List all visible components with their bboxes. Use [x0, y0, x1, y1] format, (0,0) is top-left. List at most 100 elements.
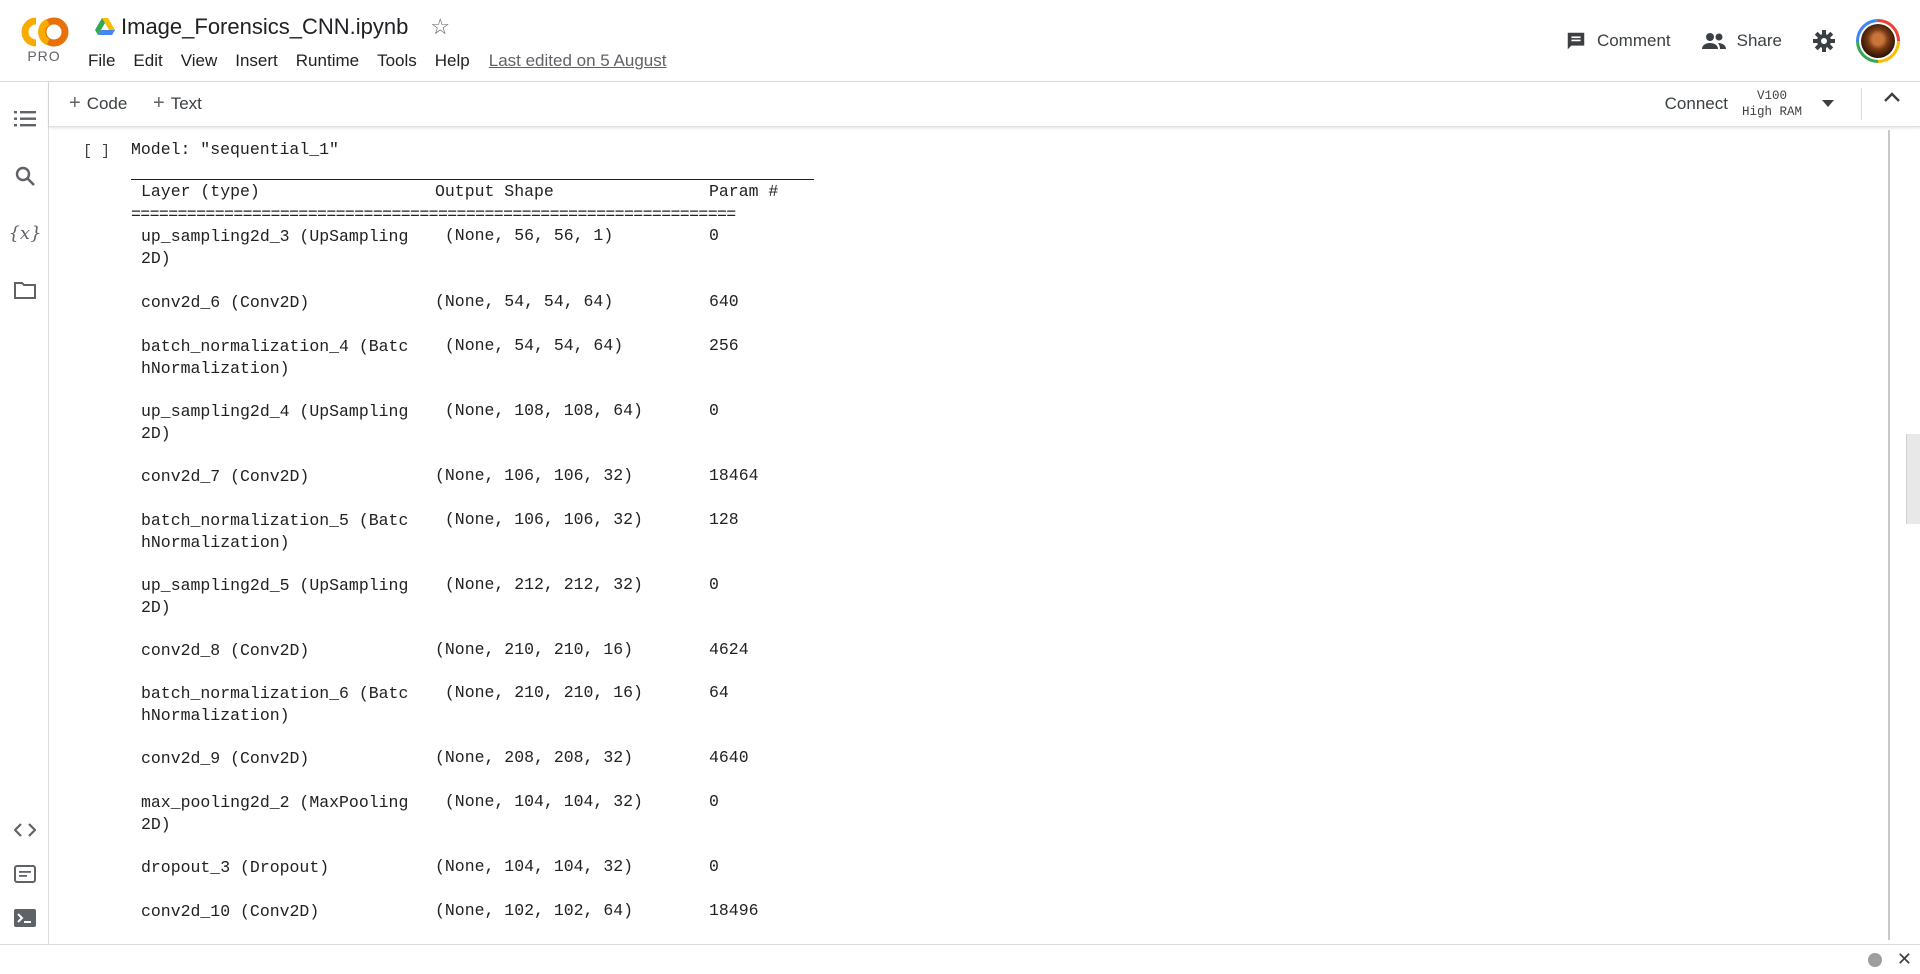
command-palette-icon[interactable]: [12, 861, 38, 887]
output-scrollbar[interactable]: [1888, 130, 1890, 940]
runtime-type-indicator[interactable]: V100 High RAM: [1742, 88, 1802, 120]
share-button[interactable]: Share: [1701, 31, 1782, 51]
table-top-rule: [131, 179, 814, 180]
layer-name: conv2d_9 (Conv2D): [141, 749, 310, 768]
table-row: conv2d_10 (Conv2D) (None, 102, 102, 64) …: [131, 901, 831, 945]
settings-button[interactable]: [1812, 29, 1836, 53]
add-text-label: Text: [170, 93, 202, 113]
param-count: 4640: [709, 748, 749, 767]
connect-button[interactable]: Connect: [1665, 94, 1728, 114]
param-count: 0: [709, 575, 719, 594]
output-shape: (None, 210, 210, 16): [435, 683, 643, 702]
output-shape: (None, 210, 210, 16): [435, 640, 634, 659]
status-indicator-icon: [1868, 953, 1882, 967]
chevron-up-icon: [1884, 92, 1900, 102]
layer-name: up_sampling2d_3 (UpSampling 2D): [141, 227, 409, 268]
output-shape: (None, 104, 104, 32): [435, 857, 634, 876]
code-snippets-icon[interactable]: [12, 817, 38, 843]
param-count: 18496: [709, 901, 759, 920]
table-row: conv2d_8 (Conv2D) (None, 210, 210, 16) 4…: [131, 640, 831, 684]
column-header-params: Param #: [709, 182, 779, 201]
layer-name: up_sampling2d_4 (UpSampling 2D): [141, 402, 409, 443]
plus-icon: +: [153, 92, 165, 114]
output-shape: (None, 106, 106, 32): [435, 466, 634, 485]
table-of-contents-icon[interactable]: [12, 106, 38, 132]
output-shape: (None, 54, 54, 64): [435, 292, 614, 311]
layer-name: batch_normalization_5 (Batc hNormalizati…: [141, 511, 409, 552]
colab-pro-logo[interactable]: PRO: [18, 16, 70, 76]
output-shape: (None, 212, 212, 32): [435, 575, 643, 594]
param-count: 4624: [709, 640, 749, 659]
param-count: 0: [709, 401, 719, 420]
share-label: Share: [1736, 30, 1782, 50]
output-shape: (None, 54, 54, 64): [435, 336, 624, 355]
notebook-toolbar: + Code + Text Connect V100 High RAM: [49, 82, 1920, 127]
table-row: up_sampling2d_3 (UpSampling 2D) (None, 5…: [131, 226, 831, 270]
table-row: batch_normalization_4 (Batc hNormalizati…: [131, 336, 831, 380]
app-header: PRO Image_Forensics_CNN.ipynb ☆ File Edi…: [0, 0, 1920, 82]
colab-logo-icon: [21, 17, 69, 47]
menu-view[interactable]: View: [172, 51, 227, 71]
table-row: conv2d_7 (Conv2D) (None, 106, 106, 32) 1…: [131, 466, 831, 510]
menu-insert[interactable]: Insert: [226, 51, 287, 71]
files-icon[interactable]: [12, 277, 38, 303]
runtime-dropdown-button[interactable]: [1822, 100, 1834, 108]
param-count: 0: [709, 857, 719, 876]
caret-down-icon: [1822, 100, 1834, 107]
table-double-rule: ========================================…: [131, 205, 736, 224]
left-side-rail: {x}: [0, 82, 49, 944]
param-count: 18464: [709, 466, 759, 485]
param-count: 0: [709, 792, 719, 811]
add-text-cell-button[interactable]: + Text: [153, 92, 202, 115]
add-code-label: Code: [86, 93, 128, 113]
variables-icon[interactable]: {x}: [8, 220, 41, 246]
pro-badge: PRO: [27, 48, 61, 64]
layer-name: dropout_3 (Dropout): [141, 858, 330, 877]
status-bar: ✕: [0, 944, 1920, 974]
output-shape: (None, 208, 208, 32): [435, 748, 634, 767]
plus-icon: +: [69, 92, 81, 114]
param-count: 640: [709, 292, 739, 311]
runtime-gpu: V100: [1756, 89, 1787, 103]
column-header-layer: Layer (type): [141, 182, 260, 201]
layer-name: up_sampling2d_5 (UpSampling 2D): [141, 576, 409, 617]
profile-photo: [1861, 23, 1895, 58]
menu-tools[interactable]: Tools: [368, 51, 426, 71]
connect-runtime-group: Connect V100 High RAM: [1665, 86, 1834, 122]
table-row: up_sampling2d_4 (UpSampling 2D) (None, 1…: [131, 401, 831, 445]
table-row: max_pooling2d_2 (MaxPooling 2D) (None, 1…: [131, 792, 831, 836]
star-icon[interactable]: ☆: [430, 16, 450, 38]
close-icon[interactable]: ✕: [1897, 949, 1912, 969]
layer-name: max_pooling2d_2 (MaxPooling 2D): [141, 793, 409, 834]
menu-help[interactable]: Help: [426, 51, 479, 71]
layer-name: conv2d_8 (Conv2D): [141, 641, 310, 660]
output-shape: (None, 108, 108, 64): [435, 401, 643, 420]
table-row: batch_normalization_6 (Batc hNormalizati…: [131, 683, 831, 727]
param-count: 256: [709, 336, 739, 355]
table-row: conv2d_9 (Conv2D) (None, 208, 208, 32) 4…: [131, 748, 831, 792]
add-code-cell-button[interactable]: + Code: [69, 92, 127, 115]
collapse-header-button[interactable]: [1884, 92, 1900, 102]
comment-icon: [1567, 32, 1585, 49]
menu-runtime[interactable]: Runtime: [287, 51, 368, 71]
notebook-title[interactable]: Image_Forensics_CNN.ipynb: [121, 14, 408, 40]
comment-button[interactable]: Comment: [1565, 30, 1671, 52]
output-shape: (None, 102, 102, 64): [435, 901, 634, 920]
param-count: 64: [709, 683, 729, 702]
menu-bar: File Edit View Insert Runtime Tools Help…: [79, 48, 666, 74]
param-count: 128: [709, 510, 739, 529]
layer-name: conv2d_6 (Conv2D): [141, 293, 310, 312]
menu-edit[interactable]: Edit: [124, 51, 171, 71]
cell-run-button[interactable]: [ ]: [83, 143, 110, 160]
layer-name: conv2d_10 (Conv2D): [141, 902, 320, 921]
table-row: conv2d_6 (Conv2D) (None, 54, 54, 64) 640: [131, 292, 831, 336]
account-avatar[interactable]: [1856, 18, 1900, 63]
google-drive-icon[interactable]: [95, 18, 115, 36]
search-icon[interactable]: [12, 163, 38, 189]
last-edited-link[interactable]: Last edited on 5 August: [489, 51, 667, 71]
layer-name: conv2d_7 (Conv2D): [141, 467, 310, 486]
terminal-icon[interactable]: [12, 905, 38, 931]
page-scrollbar-thumb[interactable]: [1906, 434, 1920, 524]
menu-file[interactable]: File: [79, 51, 124, 71]
column-header-output-shape: Output Shape: [435, 182, 554, 201]
